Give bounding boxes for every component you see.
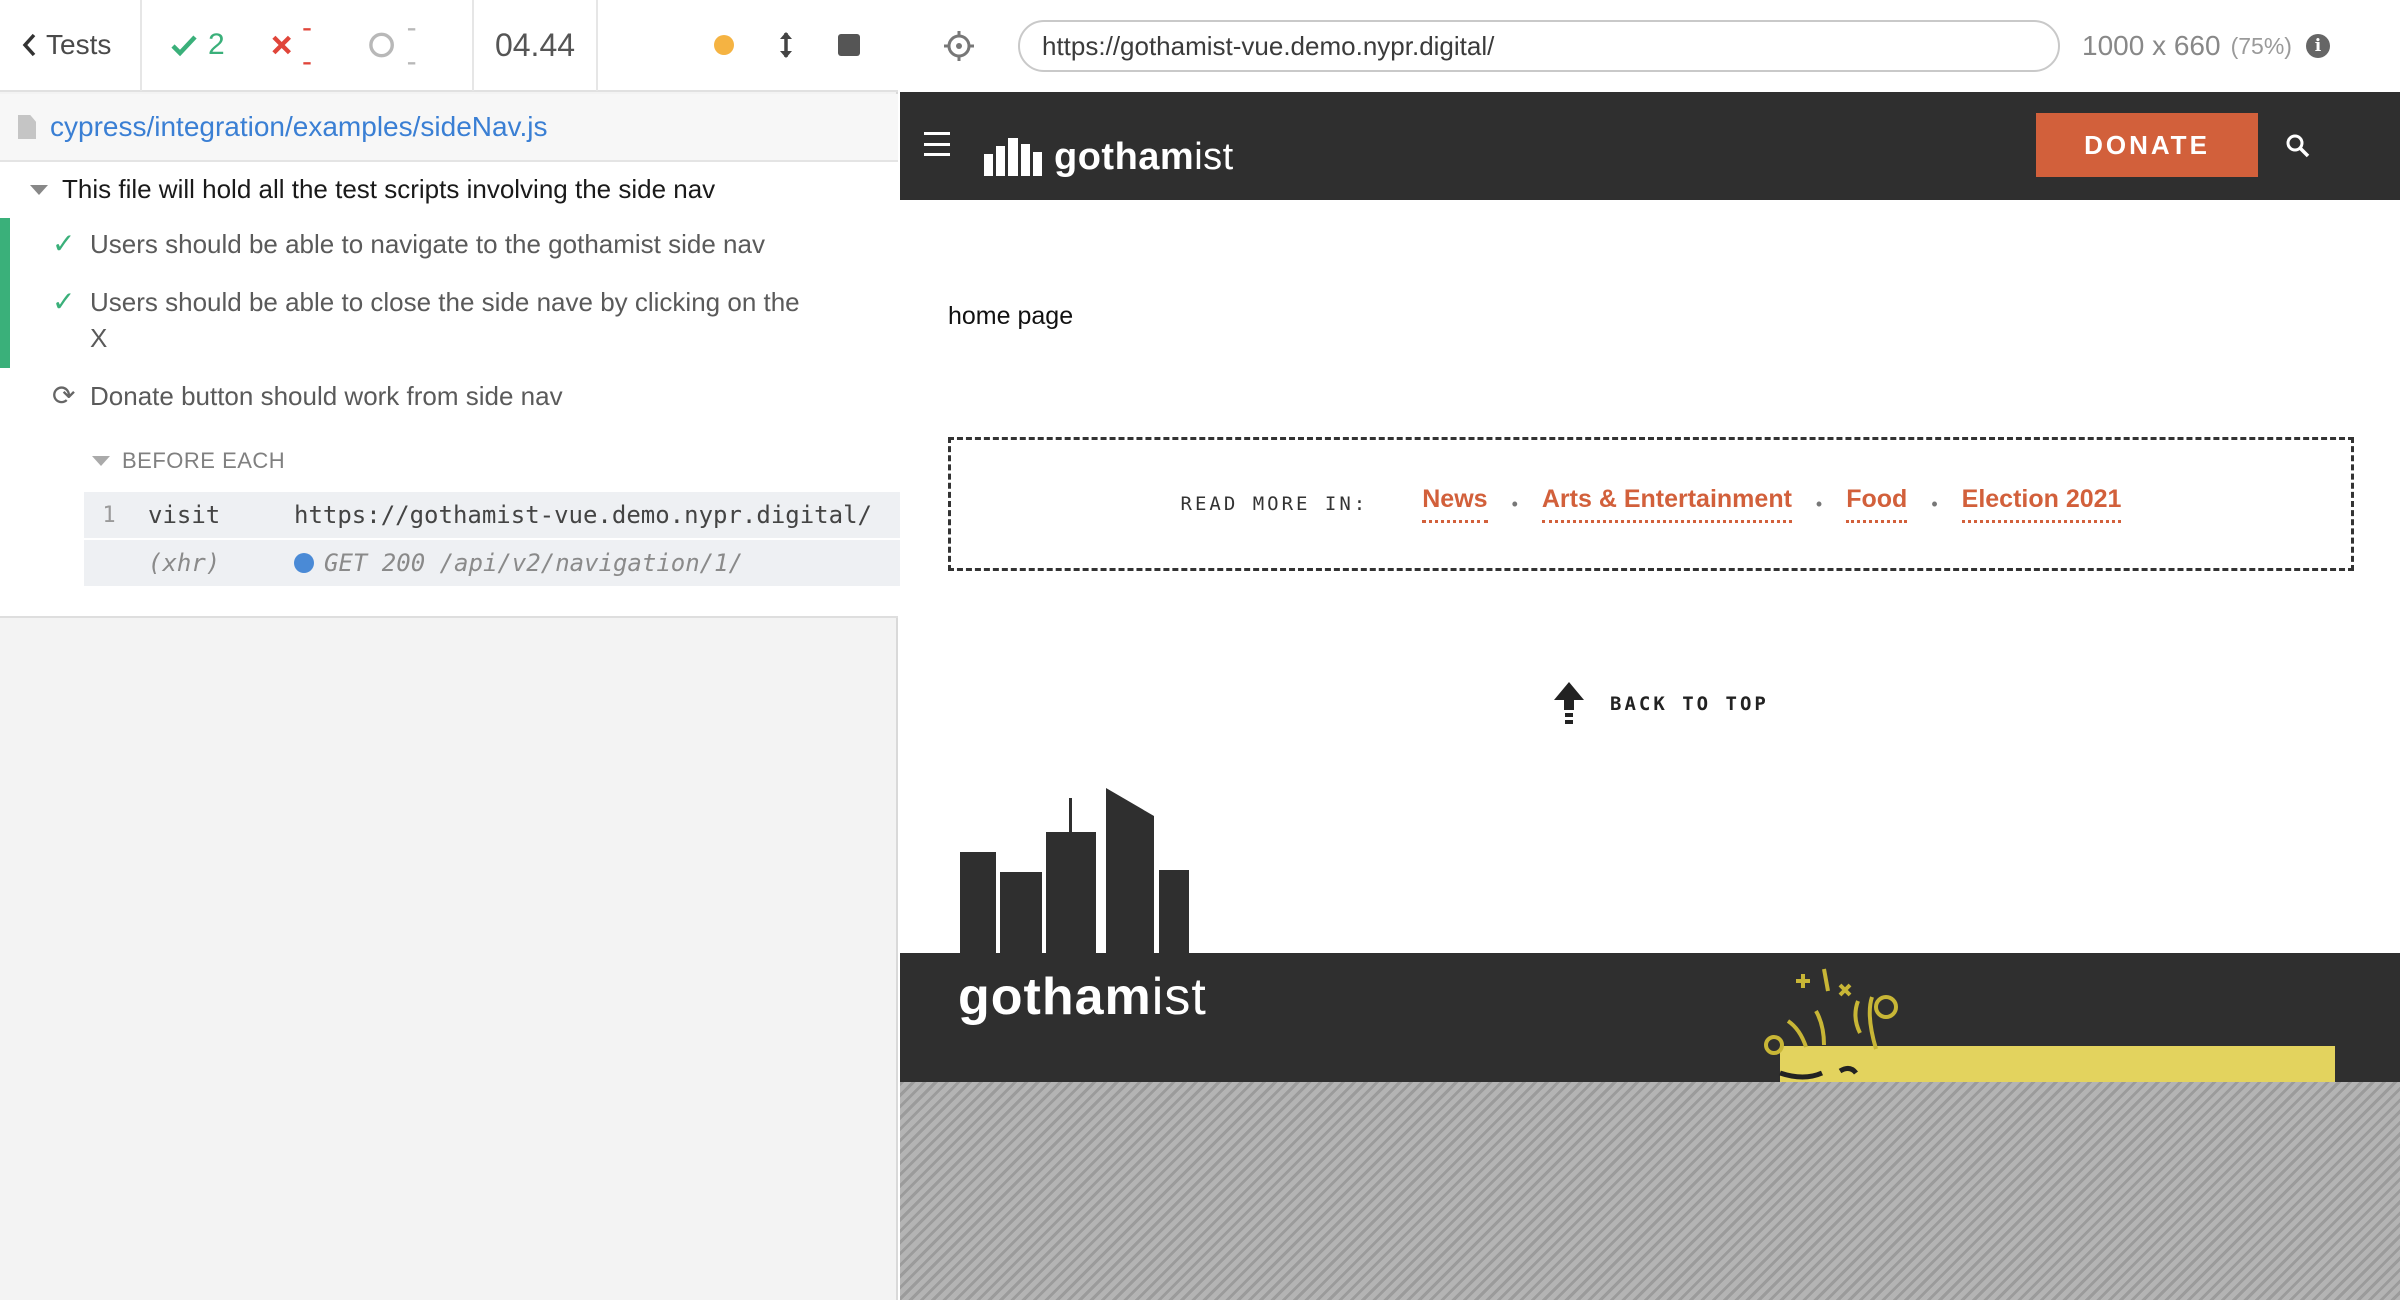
logo-bold: gotham: [1054, 136, 1195, 178]
pending-stat: --: [367, 11, 426, 79]
read-more-link-election[interactable]: Election 2021: [1961, 485, 2122, 523]
test-item[interactable]: ✓ Users should be able to close the side…: [52, 284, 810, 356]
failed-count: --: [302, 11, 313, 78]
footer-logo-text[interactable]: gothamist: [958, 967, 1207, 1027]
command-message: https://gothamist-vue.demo.nypr.digital/: [294, 501, 872, 529]
read-more-link-news[interactable]: News: [1422, 485, 1488, 523]
site-footer: gothamist: [900, 953, 2400, 1082]
footer-logo-bold: gotham: [958, 968, 1152, 1026]
suite-title[interactable]: This file will hold all the test scripts…: [30, 174, 715, 205]
aut-background: [900, 1082, 2400, 1300]
duration-value: 04.44: [494, 26, 576, 63]
test-label: Users should be able to navigate to the …: [90, 229, 765, 259]
check-icon: ✓: [52, 286, 76, 317]
read-more-box: READ MORE IN: News • Arts & Entertainmen…: [948, 437, 2354, 571]
command-name: (xhr): [148, 549, 221, 577]
url-field[interactable]: https://gothamist-vue.demo.nypr.digital/: [1018, 20, 2060, 72]
command-number: 1: [102, 502, 116, 528]
command-name: visit: [148, 501, 221, 529]
reporter-controls: [598, 0, 898, 91]
url-text: https://gothamist-vue.demo.nypr.digital/: [1042, 30, 1495, 61]
test-item[interactable]: ⟳ Donate button should work from side na…: [52, 378, 810, 414]
failed-stat: --: [271, 11, 322, 79]
reporter-header: Tests 2 -- -- 04.44: [0, 0, 898, 92]
viewport-scale: (75%): [2230, 32, 2292, 59]
donate-button[interactable]: DONATE: [2036, 113, 2258, 177]
hamburger-icon[interactable]: [924, 132, 950, 156]
logo-text: gothamist: [1054, 138, 1234, 176]
footer-skyline-icon: [960, 788, 1189, 954]
aut-iframe: gothamist DONATE home page READ MORE IN:…: [900, 92, 2400, 1082]
triangle-down-icon: [92, 456, 110, 466]
spec-file-bar: cypress/integration/examples/sideNav.js: [0, 94, 898, 162]
logo-light: ist: [1194, 136, 1234, 178]
stop-icon[interactable]: [838, 34, 860, 56]
triangle-down-icon: [30, 184, 48, 195]
back-to-top-label: BACK TO TOP: [1610, 693, 1769, 715]
check-icon: [171, 35, 197, 57]
separator-dot: •: [1815, 493, 1823, 514]
arrow-up-icon: [1554, 682, 1584, 724]
read-more-link-food[interactable]: Food: [1846, 485, 1908, 523]
passed-indicator: [0, 218, 10, 368]
file-icon: [18, 115, 36, 139]
duration: 04.44: [474, 0, 598, 91]
read-more-label: READ MORE IN:: [1180, 493, 1369, 515]
chevron-left-icon: [22, 33, 36, 57]
test-label: Donate button should work from side nav: [90, 381, 563, 411]
pending-circle-icon: [369, 32, 395, 58]
footer-logo-light: ist: [1151, 968, 1207, 1026]
tests-label: Tests: [46, 29, 112, 60]
app-under-test: https://gothamist-vue.demo.nypr.digital/…: [900, 0, 2400, 1300]
test-item[interactable]: ✓ Users should be able to navigate to th…: [52, 226, 810, 262]
hook-title[interactable]: BEFORE EACH: [92, 448, 285, 474]
test-label: Users should be able to close the side n…: [90, 287, 800, 353]
tests-back-button[interactable]: Tests: [0, 0, 142, 91]
aut-header: https://gothamist-vue.demo.nypr.digital/…: [900, 0, 2400, 92]
search-icon[interactable]: [2284, 132, 2312, 160]
hook-title-text: BEFORE EACH: [122, 448, 286, 473]
cypress-runner: Tests 2 -- -- 04.44 cypress/integration/…: [0, 0, 2400, 1300]
passed-count: 2: [208, 28, 225, 61]
check-icon: ✓: [52, 228, 76, 259]
resize-icon[interactable]: [778, 30, 794, 60]
skyline-logo-icon: [984, 138, 1042, 176]
separator-dot: •: [1511, 493, 1518, 514]
back-to-top-button[interactable]: BACK TO TOP: [1552, 680, 1769, 728]
x-icon: [272, 35, 291, 55]
reporter-panel: Tests 2 -- -- 04.44 cypress/integration/…: [0, 0, 922, 1300]
test-stats: 2 -- --: [142, 0, 474, 91]
suite-title-text: This file will hold all the test scripts…: [62, 174, 716, 204]
runnables: This file will hold all the test scripts…: [0, 162, 922, 618]
status-dot-icon: [714, 35, 734, 55]
site-logo[interactable]: gothamist: [984, 116, 1234, 176]
spec-path-link[interactable]: cypress/integration/examples/sideNav.js: [50, 111, 547, 143]
viewport-size: 1000 x 660: [2082, 30, 2221, 61]
command-message-text: GET 200 /api/v2/navigation/1/: [324, 549, 744, 577]
command-row[interactable]: 1 visit https://gothamist-vue.demo.nypr.…: [84, 492, 922, 538]
read-more-link-arts[interactable]: Arts & Entertainment: [1541, 485, 1792, 523]
pending-count: --: [406, 11, 417, 78]
xhr-status-dot-icon: [294, 553, 314, 573]
separator-dot: •: [1931, 493, 1938, 514]
command-message: GET 200 /api/v2/navigation/1/: [294, 549, 922, 577]
command-row[interactable]: (xhr) GET 200 /api/v2/navigation/1/: [84, 540, 922, 586]
crosshair-icon[interactable]: [942, 29, 976, 63]
passed-stat: 2: [170, 28, 225, 62]
site-header: gothamist DONATE: [900, 92, 2400, 200]
refresh-icon: ⟳: [52, 380, 76, 411]
home-page-text: home page: [948, 302, 1074, 330]
info-icon[interactable]: i: [2305, 34, 2330, 58]
confetti-illustration-icon: [1764, 968, 1898, 1080]
